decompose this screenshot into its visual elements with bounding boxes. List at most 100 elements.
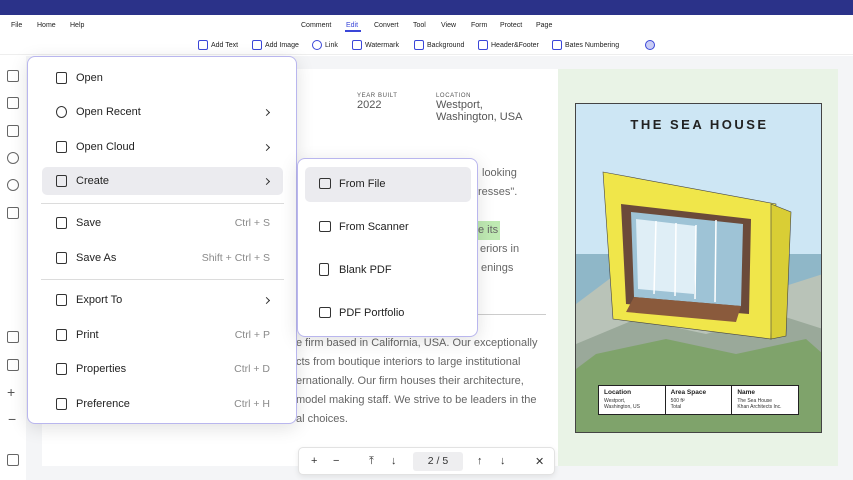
menu-item-label: Save	[76, 217, 102, 229]
next-page-icon[interactable]: ↓	[500, 455, 506, 467]
hexagon-settings-icon	[645, 40, 655, 50]
menu-bar: File Home Help Comment Edit Convert Tool…	[0, 15, 853, 37]
menu-separator	[41, 279, 284, 280]
submenu-item-pdf-portfolio[interactable]: PDF Portfolio	[305, 296, 471, 331]
doc-paragraph-line: al choices.	[296, 413, 348, 425]
menu-item-open[interactable]: Open	[42, 64, 283, 92]
watermark-icon	[352, 40, 362, 50]
title-bar	[0, 0, 853, 15]
comment-icon[interactable]	[7, 125, 19, 137]
header-footer-button[interactable]: Header&Footer	[478, 40, 539, 50]
menu-item-label: Create	[76, 175, 110, 187]
location-value-line2: Washington, USA	[436, 111, 523, 123]
properties-list-icon	[56, 363, 67, 375]
bates-numbering-label: Bates Numbering	[565, 41, 620, 49]
tab-view[interactable]: View	[441, 22, 456, 29]
submenu-item-blank-pdf[interactable]: Blank PDF	[305, 253, 471, 288]
tab-form[interactable]: Form	[471, 22, 487, 29]
background-icon	[414, 40, 424, 50]
doc-paragraph-line: cts from boutique interiors to large ins…	[296, 356, 521, 368]
first-page-icon[interactable]: ⤒	[369, 455, 374, 468]
save-icon	[56, 217, 67, 229]
zoom-out-button[interactable]: −	[333, 455, 339, 467]
background-button[interactable]: Background	[414, 40, 464, 50]
edit-toolbar: Add Text Add Image Link Watermark Backgr…	[0, 37, 853, 55]
tab-protect[interactable]: Protect	[500, 22, 522, 29]
menu-item-properties[interactable]: Properties Ctrl + D	[42, 355, 283, 383]
menu-home[interactable]: Home	[37, 22, 56, 29]
add-image-icon	[252, 40, 262, 50]
menu-shortcut: Shift + Ctrl + S	[201, 252, 270, 264]
submenu-item-from-file[interactable]: From File	[305, 167, 471, 202]
menu-item-label: Open Recent	[76, 106, 141, 118]
add-image-label: Add Image	[265, 41, 299, 49]
tab-convert[interactable]: Convert	[374, 22, 399, 29]
menu-item-save[interactable]: Save Ctrl + S	[42, 209, 283, 237]
bates-numbering-button[interactable]: Bates Numbering	[552, 40, 619, 50]
file-menu: Open Open Recent Open Cloud Create Save …	[27, 56, 297, 424]
submenu-item-from-scanner[interactable]: From Scanner	[305, 210, 471, 245]
add-text-icon	[198, 40, 208, 50]
add-image-button[interactable]: Add Image	[252, 40, 299, 50]
menu-item-label: Save As	[76, 252, 117, 264]
close-pager-button[interactable]: ✕	[535, 455, 544, 468]
tab-page[interactable]: Page	[536, 22, 552, 29]
active-tab-indicator	[345, 30, 361, 32]
poster-cell-value: Washington, US	[604, 403, 640, 410]
clock-icon	[56, 106, 67, 118]
more-tools-button[interactable]	[645, 40, 655, 50]
tab-comment[interactable]: Comment	[301, 22, 331, 29]
poster-name-cell: Name The Sea House Khan Architects Inc.	[732, 386, 798, 414]
menu-shortcut: Ctrl + P	[234, 329, 270, 341]
watermark-button[interactable]: Watermark	[352, 40, 399, 50]
bookmark-icon[interactable]	[7, 97, 19, 109]
poster-info-table: Location Westport, Washington, US Area S…	[598, 385, 799, 415]
scanner-icon	[319, 221, 331, 232]
sea-house-poster: THE SEA HOUSE Location Westport, Washing…	[575, 103, 822, 433]
chevron-right-icon	[262, 143, 271, 151]
link-label: Link	[325, 41, 338, 49]
doc-text-fragment: enings	[481, 262, 514, 274]
menu-item-save-as[interactable]: Save As Shift + Ctrl + S	[42, 244, 283, 272]
attachment-icon[interactable]	[7, 152, 19, 164]
open-file-icon	[56, 72, 67, 84]
zoom-in-icon[interactable]: +	[7, 384, 15, 400]
header-footer-label: Header&Footer	[491, 41, 539, 49]
link-button[interactable]: Link	[312, 40, 338, 50]
menu-item-export-to[interactable]: Export To	[42, 286, 283, 314]
year-built-value: 2022	[357, 99, 382, 111]
header-footer-icon	[478, 40, 488, 50]
menu-item-label: Properties	[76, 363, 127, 375]
background-label: Background	[427, 41, 465, 49]
menu-item-open-cloud[interactable]: Open Cloud	[42, 133, 283, 161]
zoom-out-icon[interactable]: −	[8, 411, 16, 427]
search-icon[interactable]	[7, 179, 19, 191]
portfolio-folder-icon	[319, 307, 331, 318]
submenu-item-label: Blank PDF	[339, 264, 392, 276]
menu-item-print[interactable]: Print Ctrl + P	[42, 321, 283, 349]
hand-tool-icon[interactable]	[7, 331, 19, 343]
page-number-display[interactable]: 2 / 5	[413, 452, 463, 471]
poster-cell-header: Name	[737, 389, 756, 396]
zoom-in-button[interactable]: +	[311, 455, 317, 467]
menu-item-preference[interactable]: Preference Ctrl + H	[42, 390, 283, 418]
menu-help[interactable]: Help	[70, 22, 84, 29]
previous-page-icon[interactable]: ↑	[477, 455, 483, 467]
menu-item-label: Preference	[76, 398, 130, 410]
tab-tool[interactable]: Tool	[413, 22, 426, 29]
exit-panel-icon[interactable]	[7, 454, 19, 466]
add-text-button[interactable]: Add Text	[198, 40, 238, 50]
poster-cell-header: Area Space	[670, 389, 707, 396]
menu-separator	[41, 203, 284, 204]
thumbnails-icon[interactable]	[7, 70, 19, 82]
menu-item-open-recent[interactable]: Open Recent	[42, 98, 283, 126]
create-submenu: From File From Scanner Blank PDF PDF Por…	[297, 158, 478, 337]
select-tool-icon[interactable]	[7, 359, 19, 371]
chevron-right-icon	[262, 108, 271, 116]
layers-icon[interactable]	[7, 207, 19, 219]
doc-paragraph-line: ernationally. Our firm houses their arch…	[296, 375, 524, 387]
tab-edit[interactable]: Edit	[346, 22, 358, 29]
menu-item-create[interactable]: Create	[42, 167, 283, 195]
download-arrow-icon[interactable]: ↓	[391, 455, 397, 467]
menu-file[interactable]: File	[11, 22, 22, 29]
